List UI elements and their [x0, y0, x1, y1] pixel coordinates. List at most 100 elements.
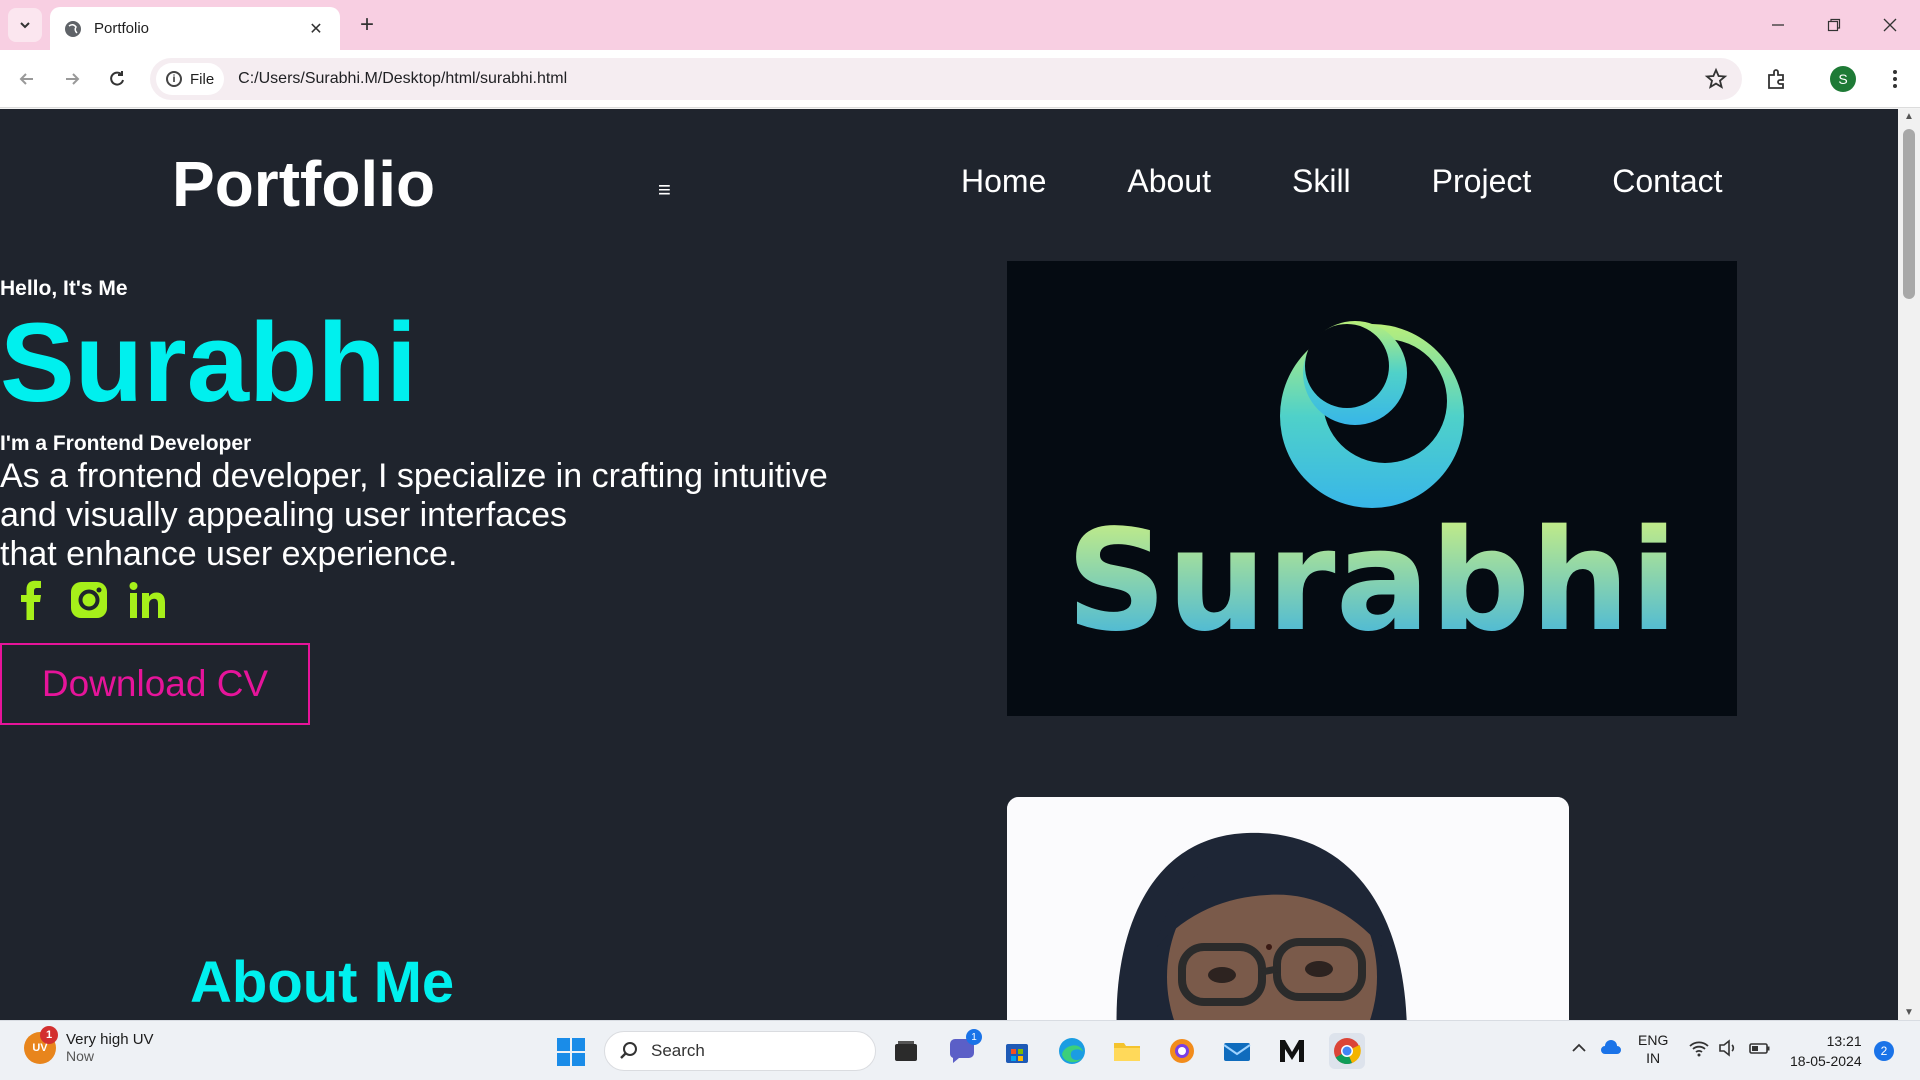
profile-photo — [1007, 797, 1569, 1020]
language-indicator[interactable]: ENG IN — [1638, 1031, 1668, 1067]
nav-home[interactable]: Home — [961, 163, 1046, 200]
weather-subtitle: Now — [66, 1048, 95, 1064]
battery-icon — [1749, 1043, 1770, 1054]
tab-close-icon[interactable]: ✕ — [306, 19, 326, 39]
back-button[interactable] — [10, 62, 44, 96]
hero-name: Surabhi — [0, 300, 417, 425]
taskbar-search[interactable]: Search — [604, 1031, 876, 1071]
notification-badge[interactable]: 2 — [1874, 1041, 1894, 1061]
search-label: Search — [651, 1041, 705, 1060]
clock-date: 18-05-2024 — [1790, 1053, 1862, 1069]
hamburger-menu-icon[interactable]: ≡ — [658, 177, 671, 203]
edge-button[interactable] — [1054, 1033, 1090, 1069]
app-button[interactable] — [1164, 1033, 1200, 1069]
microsoft-store-button[interactable] — [999, 1033, 1035, 1069]
file-explorer-button[interactable] — [1109, 1033, 1145, 1069]
system-clock[interactable]: 13:21 18-05-2024 — [1790, 1031, 1862, 1071]
teams-chat-button[interactable]: 1 — [944, 1029, 982, 1069]
hero-description: As a frontend developer, I specialize in… — [0, 457, 880, 574]
show-hidden-icons[interactable] — [1570, 1039, 1588, 1060]
reload-button[interactable] — [100, 62, 134, 96]
site-logo[interactable]: Portfolio — [172, 147, 435, 221]
description-line: As a frontend developer, I specialize in… — [0, 457, 828, 495]
tab-portfolio[interactable]: Portfolio ✕ — [50, 7, 340, 50]
scroll-down-icon[interactable]: ▼ — [1904, 1007, 1914, 1018]
weather-widget[interactable]: UV 1 Very high UV Now — [24, 1025, 154, 1064]
description-line: that enhance user experience. — [0, 535, 458, 573]
network-tray[interactable] — [1688, 1039, 1710, 1060]
edge-icon — [1059, 1038, 1085, 1064]
wifi-icon — [1689, 1041, 1709, 1057]
restore-button[interactable] — [1806, 0, 1862, 50]
language-code: ENG — [1638, 1032, 1669, 1048]
weather-title: Very high UV — [66, 1031, 154, 1048]
kebab-menu-icon — [1893, 70, 1897, 88]
mail-button[interactable] — [1219, 1033, 1255, 1069]
logo-wordmark: Surabhi — [1066, 500, 1678, 663]
tab-search-button[interactable] — [8, 8, 42, 42]
scroll-up-icon[interactable]: ▲ — [1904, 111, 1914, 122]
chevron-down-icon — [20, 22, 30, 29]
ring-app-icon — [1170, 1039, 1194, 1063]
linkedin-icon[interactable] — [126, 579, 168, 621]
browser-toolbar: i File C:/Users/Surabhi.M/Desktop/html/s… — [0, 50, 1920, 108]
forward-button[interactable] — [55, 62, 89, 96]
uv-icon: UV 1 — [24, 1025, 58, 1064]
close-icon — [1883, 18, 1897, 32]
tab-strip: Portfolio ✕ + — [0, 0, 1920, 50]
nav-about[interactable]: About — [1127, 163, 1211, 200]
nav-skill[interactable]: Skill — [1292, 163, 1351, 200]
page-scrollbar[interactable]: ▲ ▼ — [1898, 109, 1920, 1020]
site-info-chip[interactable]: i File — [156, 63, 225, 95]
store-icon — [1006, 1044, 1028, 1063]
reload-icon — [110, 71, 124, 86]
nav-project[interactable]: Project — [1432, 163, 1532, 200]
chrome-button[interactable] — [1329, 1033, 1365, 1069]
nav-contact[interactable]: Contact — [1612, 163, 1722, 200]
surabhi-logo-graphic: Surabhi — [1066, 321, 1678, 663]
chevron-up-icon — [1572, 1043, 1586, 1052]
restore-icon — [1827, 18, 1841, 32]
download-cv-button[interactable]: Download CV — [0, 643, 310, 725]
m-app-button[interactable] — [1274, 1033, 1310, 1069]
address-bar[interactable]: i File C:/Users/Surabhi.M/Desktop/html/s… — [150, 58, 1742, 100]
windows-taskbar: UV 1 Very high UV Now Search 1 ENG IN 13… — [0, 1020, 1920, 1080]
new-tab-button[interactable]: + — [352, 10, 382, 40]
tab-title: Portfolio — [94, 20, 150, 37]
hero-logo-image: Surabhi — [1007, 261, 1737, 716]
region-code: IN — [1646, 1050, 1661, 1066]
close-window-button[interactable] — [1862, 0, 1918, 50]
clock-time: 13:21 — [1826, 1033, 1862, 1049]
extensions-button[interactable] — [1762, 64, 1792, 94]
about-section-title: About Me — [190, 950, 455, 1015]
task-view-button[interactable] — [888, 1033, 924, 1069]
chat-badge: 1 — [966, 1029, 982, 1045]
description-line: and visually appealing user interfaces — [0, 496, 568, 534]
weather-badge: 1 — [40, 1025, 58, 1044]
volume-tray[interactable] — [1718, 1039, 1740, 1060]
arrow-right-icon — [66, 73, 80, 85]
onedrive-tray[interactable] — [1600, 1039, 1622, 1060]
m-app-icon — [1280, 1040, 1304, 1062]
facebook-icon[interactable] — [10, 579, 52, 621]
bookmark-star-icon[interactable] — [1704, 67, 1728, 91]
hero-greeting: Hello, It's Me — [0, 277, 128, 300]
hero-role: I'm a Frontend Developer — [0, 432, 252, 455]
minimize-button[interactable] — [1750, 0, 1806, 50]
globe-icon — [65, 20, 81, 37]
instagram-icon[interactable] — [68, 579, 110, 621]
puzzle-icon — [1768, 69, 1784, 89]
search-icon — [620, 1042, 637, 1059]
arrow-left-icon — [19, 73, 33, 85]
windows-start-icon[interactable] — [556, 1037, 586, 1067]
scrollbar-thumb[interactable] — [1903, 129, 1915, 299]
avatar: S — [1830, 66, 1856, 92]
url-text[interactable]: C:/Users/Surabhi.M/Desktop/html/surabhi.… — [238, 70, 567, 88]
mail-icon — [1223, 1043, 1251, 1061]
page-viewport: Portfolio ≡ Home About Skill Project Con… — [0, 109, 1898, 1020]
chrome-icon — [1334, 1038, 1361, 1065]
battery-tray[interactable] — [1748, 1039, 1772, 1060]
task-view-icon — [895, 1041, 917, 1061]
profile-button[interactable]: S — [1828, 64, 1858, 94]
browser-menu-button[interactable] — [1880, 64, 1910, 94]
